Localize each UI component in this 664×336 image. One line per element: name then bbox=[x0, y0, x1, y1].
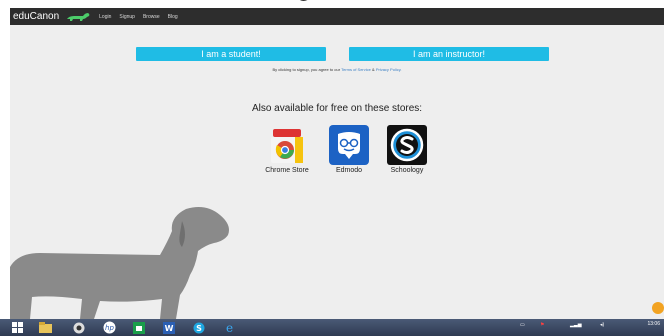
volume-icon[interactable]: ◂) bbox=[600, 322, 604, 328]
network-icon[interactable]: ▂▃▅ bbox=[570, 322, 582, 328]
terms-prefix-text: By clicking to signup, you agree to our bbox=[272, 67, 341, 72]
svg-text:hp: hp bbox=[105, 324, 114, 332]
terms-notice: By clicking to signup, you agree to our … bbox=[10, 67, 664, 72]
edmodo-icon[interactable] bbox=[329, 125, 369, 165]
windows-taskbar: hp W S e ▭ ⚑ ▂▃▅ ◂) 13:06 bbox=[0, 319, 664, 336]
taskbar-clock[interactable]: 13:06 bbox=[647, 321, 660, 327]
store-chrome[interactable]: Chrome Store bbox=[257, 125, 317, 174]
dachshund-silhouette-illustration bbox=[10, 207, 229, 319]
nav-signup-link[interactable]: Signup bbox=[119, 14, 135, 20]
help-badge-icon[interactable] bbox=[652, 302, 664, 314]
terms-and-text: & bbox=[372, 67, 375, 72]
nav-browse-link[interactable]: Browse bbox=[143, 14, 160, 20]
svg-text:S: S bbox=[196, 324, 202, 333]
word-icon[interactable]: W bbox=[160, 320, 178, 335]
nav-blog-link[interactable]: Blog bbox=[168, 14, 178, 20]
privacy-policy-link[interactable]: Privacy Policy. bbox=[376, 67, 402, 72]
file-explorer-icon[interactable] bbox=[36, 320, 54, 335]
dachshund-logo-icon[interactable] bbox=[65, 11, 91, 22]
student-signup-button[interactable]: I am a student! bbox=[136, 47, 326, 61]
brand-name[interactable]: eduCanon bbox=[13, 11, 59, 22]
store-schoology[interactable]: Schoology bbox=[377, 125, 437, 174]
stores-heading: Also available for free on these stores: bbox=[251, 103, 423, 114]
schoology-icon[interactable] bbox=[387, 125, 427, 165]
notification-flag-icon[interactable]: ⚑ bbox=[540, 322, 544, 328]
cut-off-text-fragment bbox=[299, 0, 308, 1]
schoology-label[interactable]: Schoology bbox=[377, 167, 437, 174]
main-page: I am a student! I am an instructor! By c… bbox=[10, 25, 664, 319]
keyboard-icon[interactable]: ▭ bbox=[520, 322, 525, 328]
nav-login-link[interactable]: Login bbox=[99, 14, 111, 20]
edmodo-label[interactable]: Edmodo bbox=[319, 167, 379, 174]
chrome-store-label[interactable]: Chrome Store bbox=[257, 167, 317, 174]
internet-explorer-icon[interactable]: e bbox=[220, 320, 238, 335]
store-icon[interactable] bbox=[130, 320, 148, 335]
top-navbar: eduCanon Login Signup Browse Blog bbox=[10, 8, 664, 25]
chrome-store-icon[interactable] bbox=[267, 125, 307, 165]
store-edmodo[interactable]: Edmodo bbox=[319, 125, 379, 174]
browser-icon[interactable] bbox=[70, 320, 88, 335]
terms-of-service-link[interactable]: Terms of Service bbox=[341, 67, 371, 72]
svg-text:W: W bbox=[165, 324, 174, 333]
svg-text:e: e bbox=[225, 321, 232, 334]
instructor-signup-button[interactable]: I am an instructor! bbox=[349, 47, 549, 61]
start-icon[interactable] bbox=[8, 320, 26, 335]
skype-icon[interactable]: S bbox=[190, 320, 208, 335]
hp-icon[interactable]: hp bbox=[100, 320, 118, 335]
